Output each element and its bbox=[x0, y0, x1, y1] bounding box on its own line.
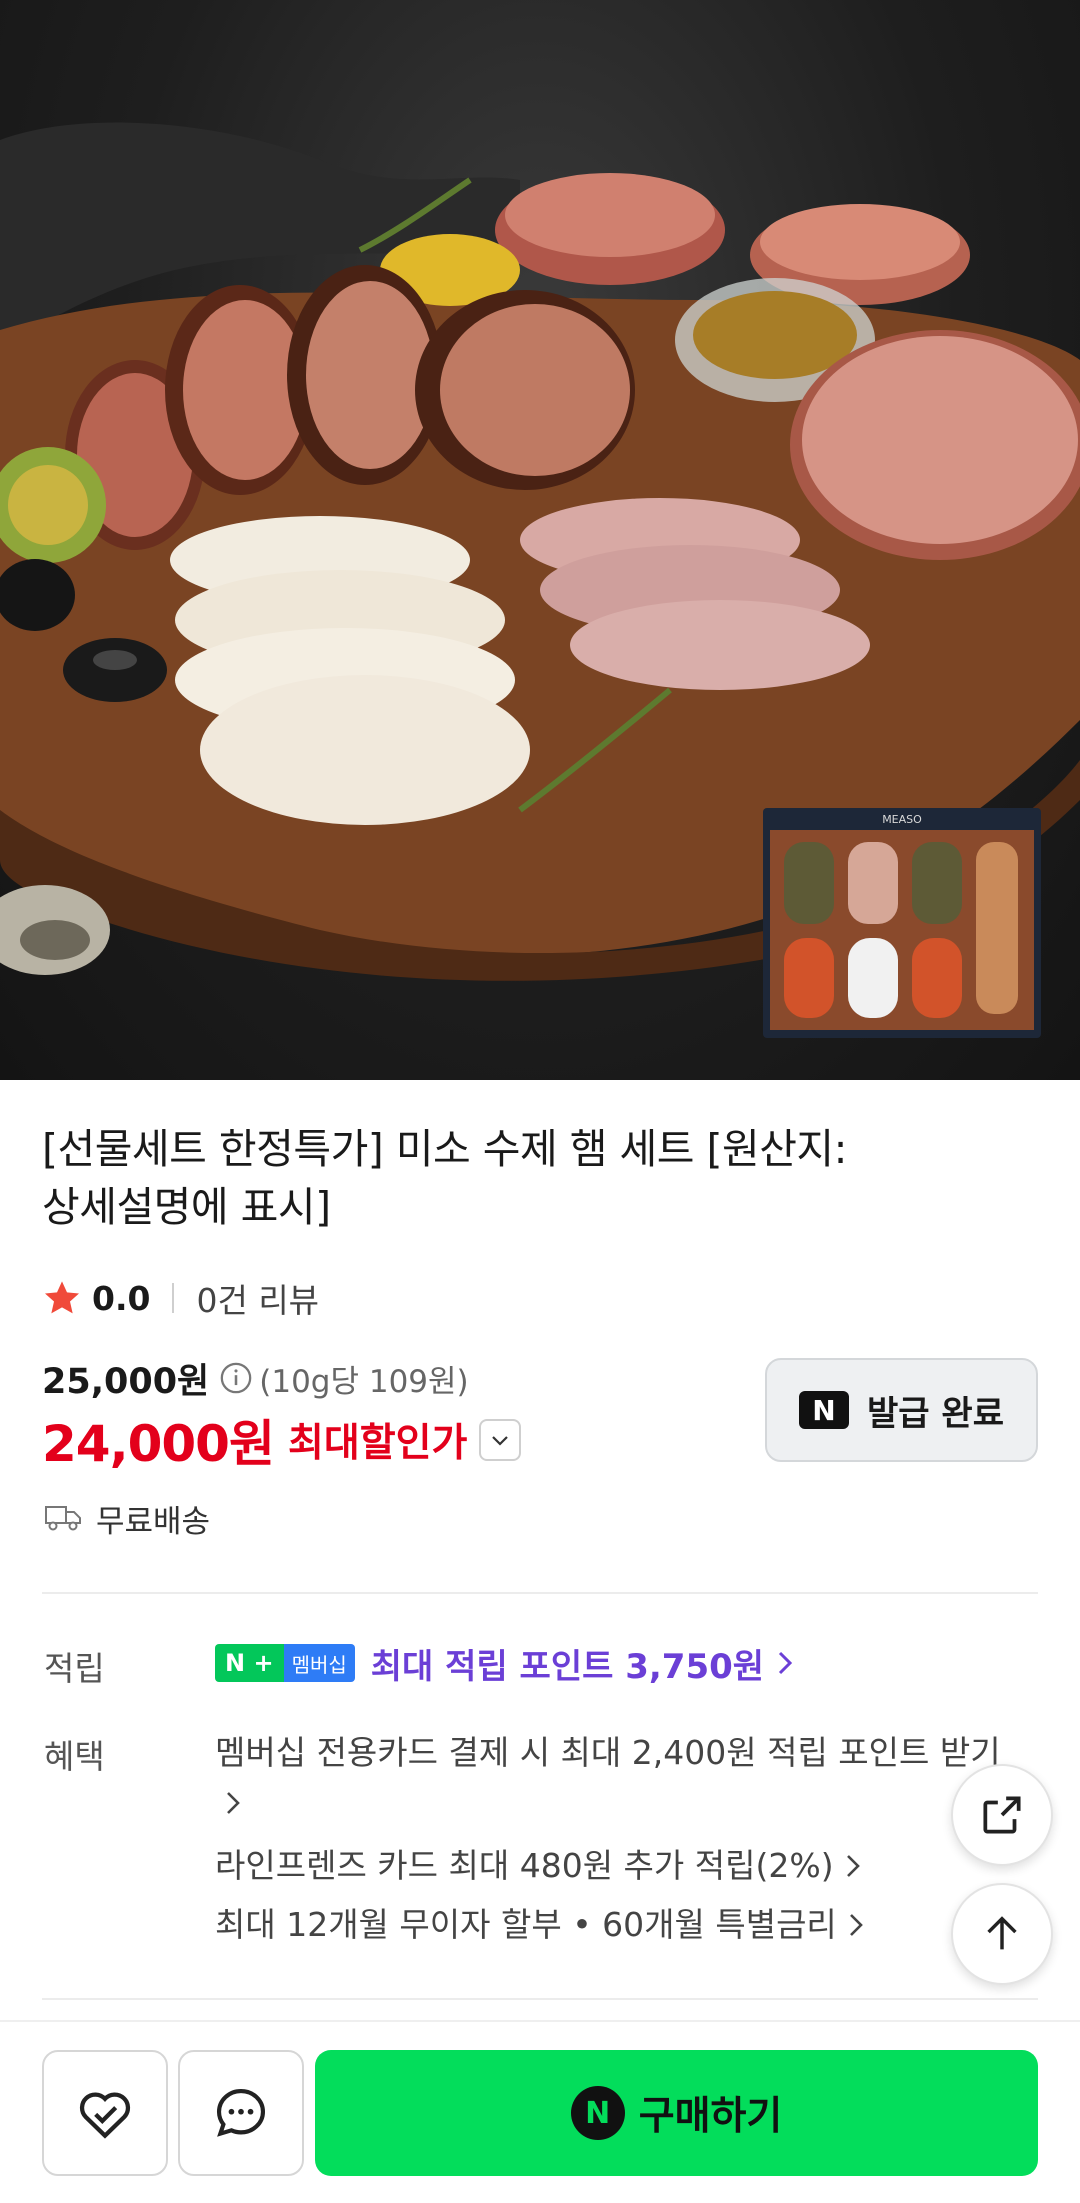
points-row[interactable]: N + 멤버십 최대 적립 포인트 3,750원 bbox=[215, 1640, 796, 1687]
benefit-item[interactable]: 최대 12개월 무이자 할부 • 60개월 특별금리 bbox=[215, 1902, 867, 1948]
sale-label: 최대할인가 bbox=[287, 1421, 468, 1466]
review-count-link[interactable]: 0건 리뷰 bbox=[196, 1274, 319, 1322]
share-icon bbox=[983, 1796, 1021, 1834]
chevron-right-icon bbox=[849, 1914, 863, 1936]
npay-plus-membership-badge: N + 멤버십 bbox=[215, 1644, 355, 1682]
chevron-right-icon bbox=[779, 1651, 793, 1675]
max-points-text: 최대 적립 포인트 3,750원 bbox=[370, 1646, 765, 1687]
original-price-row: 25,000원 (10g당 109원) bbox=[42, 1355, 469, 1402]
product-title-line1: [선물세트 한정특가] 미소 수제 햄 세트 [원산지: bbox=[42, 1125, 847, 1173]
rating-row[interactable]: 0.0 0건 리뷰 bbox=[42, 1275, 319, 1321]
buy-label: 구매하기 bbox=[638, 2094, 783, 2139]
share-button[interactable] bbox=[951, 1764, 1053, 1866]
rating-score: 0.0 bbox=[92, 1278, 151, 1318]
shipping-label: 무료배송 bbox=[96, 1503, 211, 1540]
wishlist-button[interactable] bbox=[42, 2050, 168, 2176]
benefits-label: 혜택 bbox=[44, 1737, 105, 1776]
sale-price-row[interactable]: 24,000원 최대할인가 bbox=[42, 1408, 522, 1473]
info-icon[interactable] bbox=[219, 1361, 253, 1395]
benefit-item[interactable]: 멤버십 전용카드 결제 시 최대 2,400원 적립 포인트 받기 bbox=[215, 1730, 1001, 1776]
chevron-right-icon[interactable] bbox=[222, 1788, 244, 1818]
original-price: 25,000원 bbox=[42, 1361, 210, 1402]
npay-icon: N bbox=[799, 1391, 850, 1429]
benefit-item[interactable]: 라인프렌즈 카드 최대 480원 추가 적립(2%) bbox=[215, 1843, 864, 1889]
points-label: 적립 bbox=[44, 1649, 105, 1688]
divider bbox=[42, 1998, 1038, 2000]
buy-button[interactable]: N 구매하기 bbox=[315, 2050, 1038, 2176]
npay-icon: N bbox=[570, 2086, 625, 2140]
divider bbox=[172, 1283, 175, 1313]
chat-icon bbox=[216, 2088, 266, 2137]
truck-icon bbox=[45, 1506, 81, 1531]
heart-check-icon bbox=[79, 2092, 131, 2139]
coupon-issued-button[interactable]: N 발급 완료 bbox=[765, 1358, 1038, 1462]
chevron-down-icon[interactable] bbox=[479, 1419, 522, 1461]
star-icon bbox=[45, 1281, 79, 1314]
talk-button[interactable] bbox=[178, 2050, 304, 2176]
shipping-row: 무료배송 bbox=[44, 1495, 210, 1541]
product-title-line2: 상세설명에 표시] bbox=[42, 1183, 331, 1231]
arrow-up-icon bbox=[987, 1916, 1017, 1950]
product-photo: MEASO bbox=[0, 122, 1080, 1038]
product-title: [선물세트 한정특가] 미소 수제 햄 세트 [원산지: 상세설명에 표시] bbox=[42, 1120, 1042, 1236]
package-brand: MEASO bbox=[882, 813, 922, 826]
divider bbox=[42, 1592, 1038, 1594]
coupon-label: 발급 완료 bbox=[867, 1393, 1004, 1434]
chevron-right-icon bbox=[846, 1855, 860, 1877]
unit-price: (10g당 109원) bbox=[259, 1363, 469, 1400]
sale-price: 24,000원 bbox=[42, 1415, 275, 1473]
product-image[interactable]: MEASO bbox=[0, 0, 1080, 1080]
scroll-top-button[interactable] bbox=[951, 1883, 1053, 1985]
